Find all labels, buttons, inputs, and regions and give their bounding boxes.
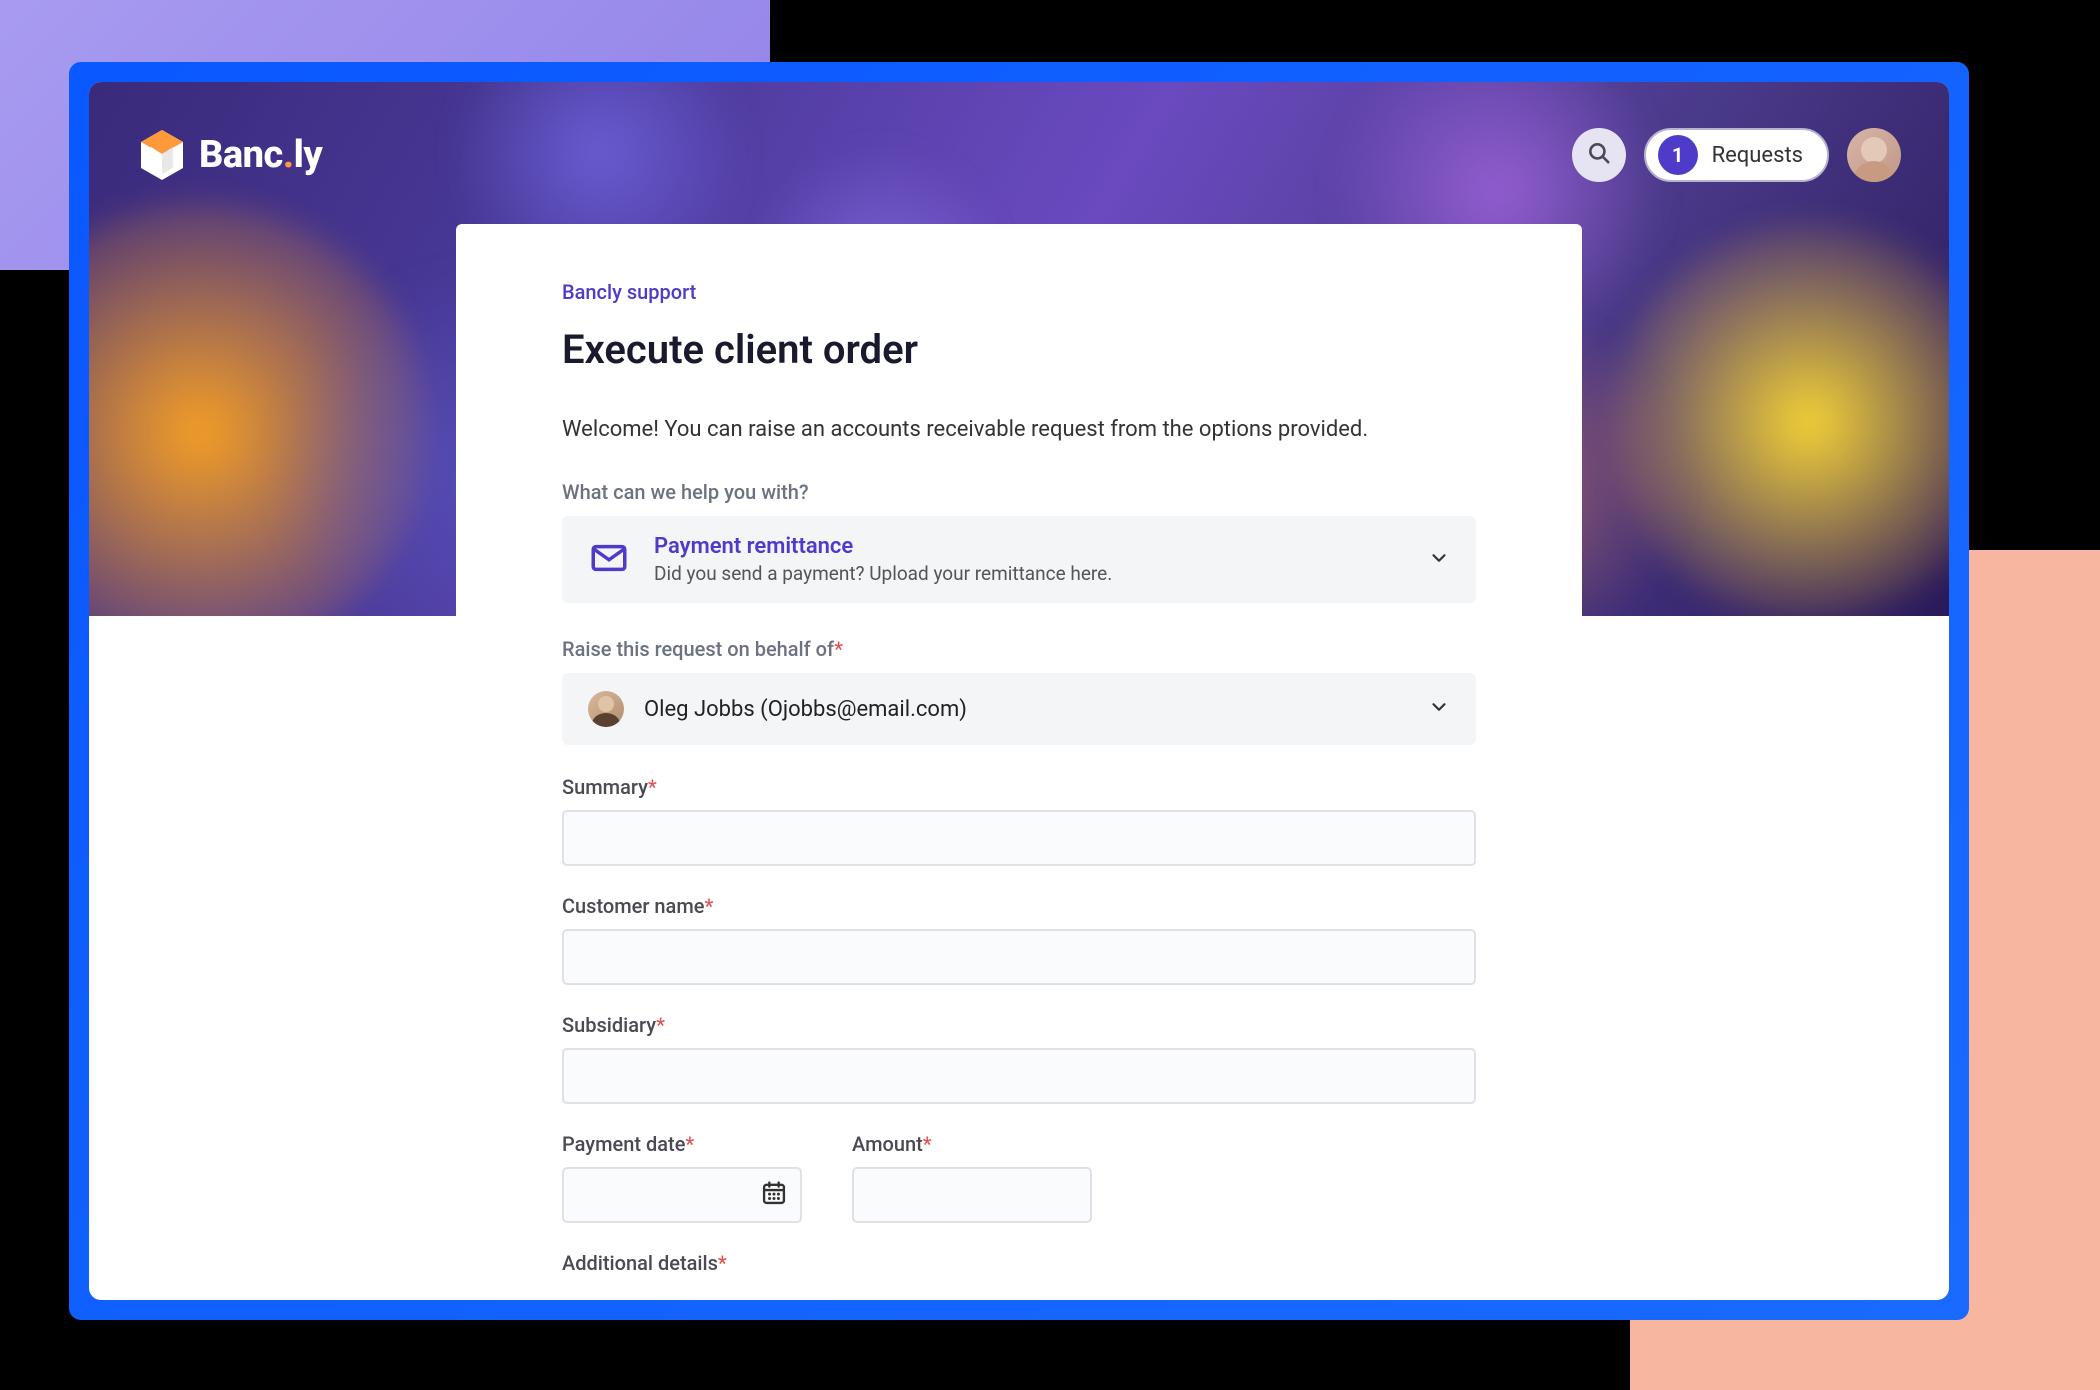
requester-avatar xyxy=(588,691,624,727)
app-frame: Banc.ly 1 Requests xyxy=(69,62,1969,1320)
profile-avatar[interactable] xyxy=(1847,128,1901,182)
app-window: Banc.ly 1 Requests xyxy=(89,82,1949,1300)
brand-logo-text: Banc.ly xyxy=(199,133,322,177)
amount-input[interactable] xyxy=(852,1167,1092,1223)
requests-label: Requests xyxy=(1712,143,1803,168)
customer-name-input[interactable] xyxy=(562,929,1476,985)
requester-selector[interactable]: Oleg Jobbs (Ojobbs@email.com) xyxy=(562,673,1476,745)
search-icon xyxy=(1586,140,1612,170)
requests-count-badge: 1 xyxy=(1658,135,1698,175)
form-card: Bancly support Execute client order Welc… xyxy=(456,224,1582,1300)
brand-logo[interactable]: Banc.ly xyxy=(137,128,322,182)
additional-details-label: Additional details* xyxy=(562,1251,1476,1275)
brand-logo-mark-icon xyxy=(137,128,187,182)
chevron-down-icon xyxy=(1428,696,1450,722)
on-behalf-label: Raise this request on behalf of* xyxy=(562,637,1476,661)
customer-name-label: Customer name* xyxy=(562,894,1476,918)
summary-label: Summary* xyxy=(562,775,1476,799)
requester-name: Oleg Jobbs (Ojobbs@email.com) xyxy=(644,697,967,722)
search-button[interactable] xyxy=(1572,128,1626,182)
mail-icon xyxy=(588,537,630,583)
subsidiary-input[interactable] xyxy=(562,1048,1476,1104)
amount-label: Amount* xyxy=(852,1132,1092,1156)
request-type-selector[interactable]: Payment remittance Did you send a paymen… xyxy=(562,516,1476,603)
page-title: Execute client order xyxy=(562,326,1476,373)
subsidiary-label: Subsidiary* xyxy=(562,1013,1476,1037)
help-with-label: What can we help you with? xyxy=(562,480,1476,504)
payment-date-input[interactable] xyxy=(562,1167,802,1223)
breadcrumb-link[interactable]: Bancly support xyxy=(562,280,696,304)
chevron-down-icon xyxy=(1428,547,1450,573)
request-type-subtitle: Did you send a payment? Upload your remi… xyxy=(654,562,1112,585)
request-type-title: Payment remittance xyxy=(654,534,1112,559)
summary-input[interactable] xyxy=(562,810,1476,866)
payment-date-label: Payment date* xyxy=(562,1132,802,1156)
welcome-text: Welcome! You can raise an accounts recei… xyxy=(562,417,1476,442)
requests-button[interactable]: 1 Requests xyxy=(1644,128,1829,182)
header-bar: Banc.ly 1 Requests xyxy=(89,82,1949,228)
